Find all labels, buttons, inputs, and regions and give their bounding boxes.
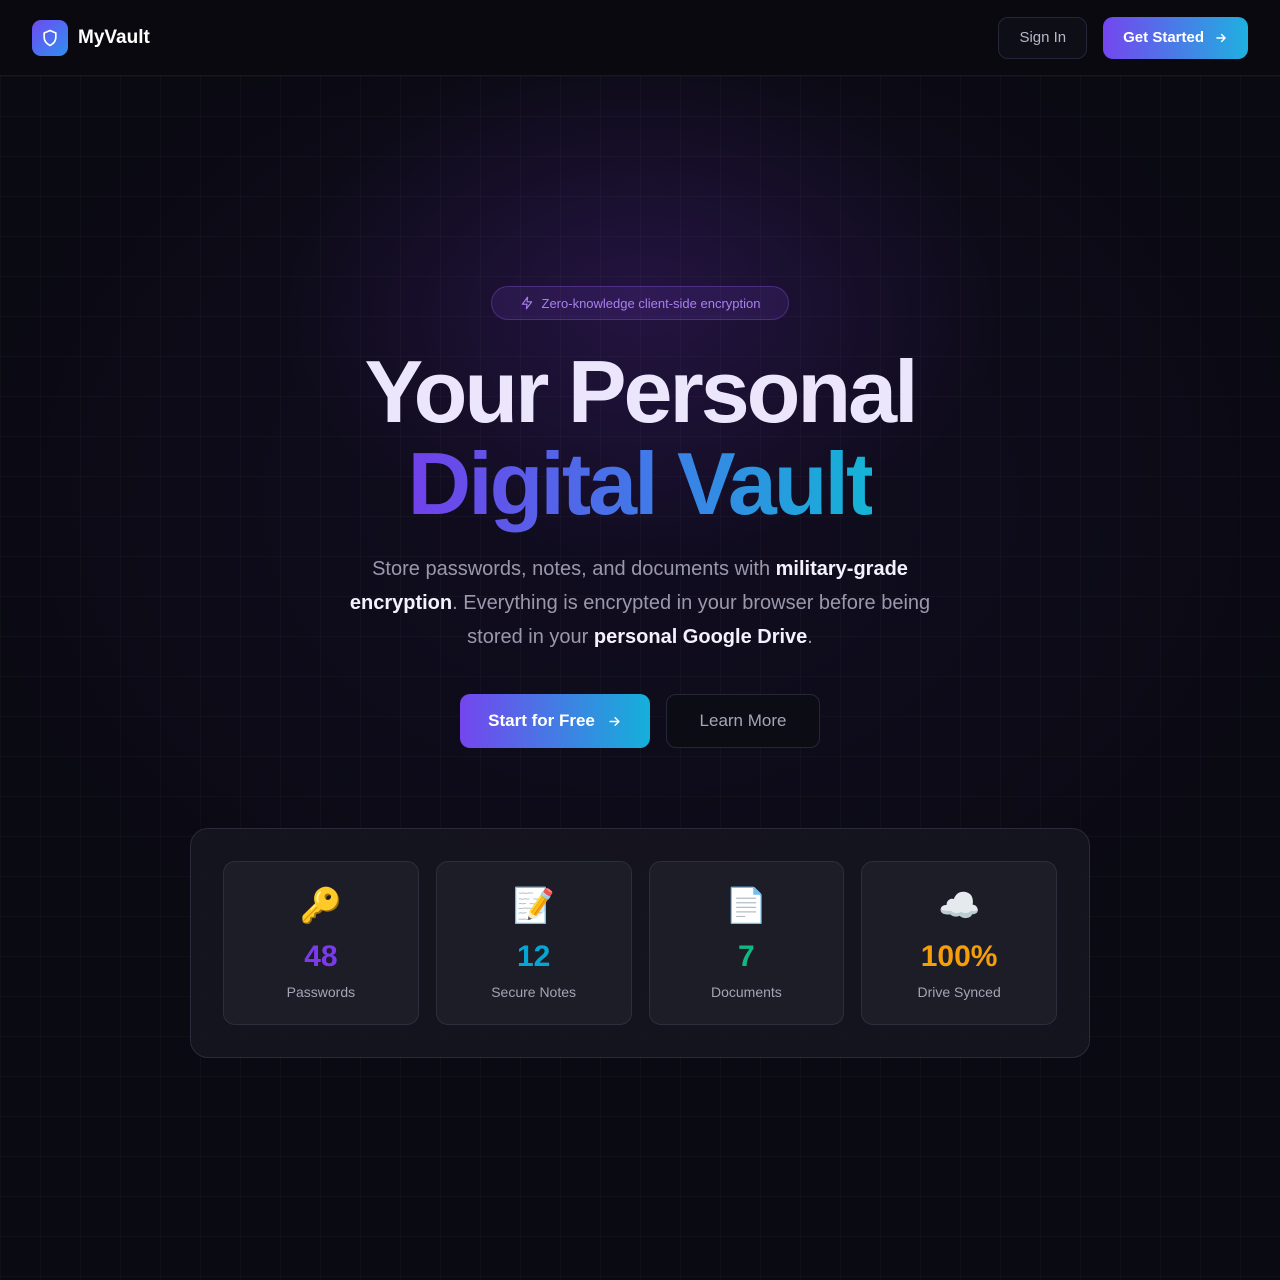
arrow-right-icon bbox=[609, 716, 620, 726]
stat-card-documents: 📄 7 Documents bbox=[648, 861, 845, 1025]
cloud-icon: ☁️ bbox=[937, 887, 981, 925]
hero-title-line1: Your Personal bbox=[364, 342, 918, 441]
get-started-button[interactable]: Get Started bbox=[1103, 16, 1248, 59]
start-for-free-button[interactable]: Start for Free bbox=[460, 694, 650, 748]
stat-card-drive-synced: ☁️ 100% Drive Synced bbox=[861, 861, 1057, 1025]
shield-logo-icon bbox=[32, 19, 68, 56]
stat-value: 100% bbox=[920, 940, 998, 973]
stat-label: Documents bbox=[710, 984, 782, 1000]
brand[interactable]: MyVault bbox=[32, 19, 150, 56]
stat-card-secure-notes: 📝 12 Secure Notes bbox=[435, 861, 632, 1025]
memo-icon: 📝 bbox=[512, 887, 555, 925]
start-for-free-label: Start for Free bbox=[488, 711, 595, 730]
sign-in-button[interactable]: Sign In bbox=[998, 16, 1088, 59]
arrow-right-icon bbox=[1216, 33, 1226, 42]
subtitle-bold2: personal Google Drive bbox=[593, 626, 808, 648]
header-actions: Sign In Get Started bbox=[998, 16, 1248, 59]
stat-value: 48 bbox=[304, 940, 338, 973]
stat-label: Drive Synced bbox=[917, 984, 1001, 1000]
stat-value: 12 bbox=[516, 940, 551, 973]
top-nav: MyVault Sign In Get Started bbox=[0, 0, 1280, 76]
document-icon: 📄 bbox=[725, 887, 768, 925]
brand-name: MyVault bbox=[78, 26, 150, 48]
key-icon: 🔑 bbox=[299, 887, 343, 925]
hero-cta-row: Start for Free Learn More bbox=[0, 694, 1280, 748]
background-grid bbox=[0, 76, 1280, 1280]
stat-label: Passwords bbox=[286, 984, 356, 1000]
subtitle-part1: Store passwords, notes, and documents wi… bbox=[372, 558, 776, 580]
stat-label: Secure Notes bbox=[491, 984, 577, 1000]
hero-title-line2: Digital Vault bbox=[0, 436, 1280, 532]
stat-value: 7 bbox=[738, 940, 755, 973]
stats-panel: 🔑 48 Passwords 📝 12 Secure Notes 📄 7 Doc… bbox=[190, 828, 1090, 1058]
learn-more-button[interactable]: Learn More bbox=[666, 694, 820, 748]
hero-subtitle: Store passwords, notes, and documents wi… bbox=[330, 552, 950, 654]
stat-card-passwords: 🔑 48 Passwords bbox=[223, 861, 419, 1025]
hero-title-gradient: Digital Vault bbox=[407, 434, 876, 533]
lightning-icon bbox=[521, 296, 532, 310]
get-started-label: Get Started bbox=[1123, 29, 1204, 46]
badge-text: Zero-knowledge client-side encryption bbox=[541, 295, 761, 311]
subtitle-part3: . bbox=[807, 626, 813, 648]
encryption-badge: Zero-knowledge client-side encryption bbox=[491, 286, 789, 320]
